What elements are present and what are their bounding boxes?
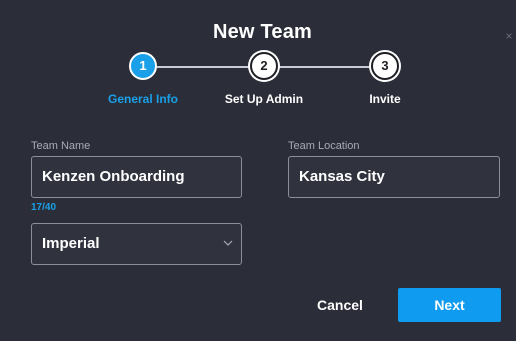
stepper-connector-1-2 xyxy=(157,66,250,68)
cancel-button[interactable]: Cancel xyxy=(305,288,375,322)
step-1-label: General Info xyxy=(107,92,178,106)
step-3-label: Invite xyxy=(369,92,401,106)
step-2-indicator[interactable]: 2 xyxy=(250,52,278,80)
step-3-indicator[interactable]: 3 xyxy=(371,52,399,80)
close-icon[interactable]: × xyxy=(502,29,516,43)
next-button[interactable]: Next xyxy=(398,288,501,322)
chevron-down-icon xyxy=(223,240,233,246)
team-location-input[interactable]: Kansas City xyxy=(288,156,500,198)
team-name-input[interactable]: Kenzen Onboarding xyxy=(31,156,242,198)
stepper-connector-2-3 xyxy=(278,66,371,68)
dialog-title: New Team xyxy=(212,21,313,43)
new-team-dialog: New Team × 1 2 3 General Info Set Up Adm… xyxy=(9,9,516,341)
step-2-label: Set Up Admin xyxy=(224,92,304,106)
team-name-char-counter: 17/40 xyxy=(31,202,57,213)
step-1-indicator[interactable]: 1 xyxy=(129,52,157,80)
team-name-label: Team Name xyxy=(31,140,91,152)
units-select[interactable]: Imperial xyxy=(31,223,242,265)
units-select-value: Imperial xyxy=(42,235,100,252)
team-location-label: Team Location xyxy=(288,140,360,152)
